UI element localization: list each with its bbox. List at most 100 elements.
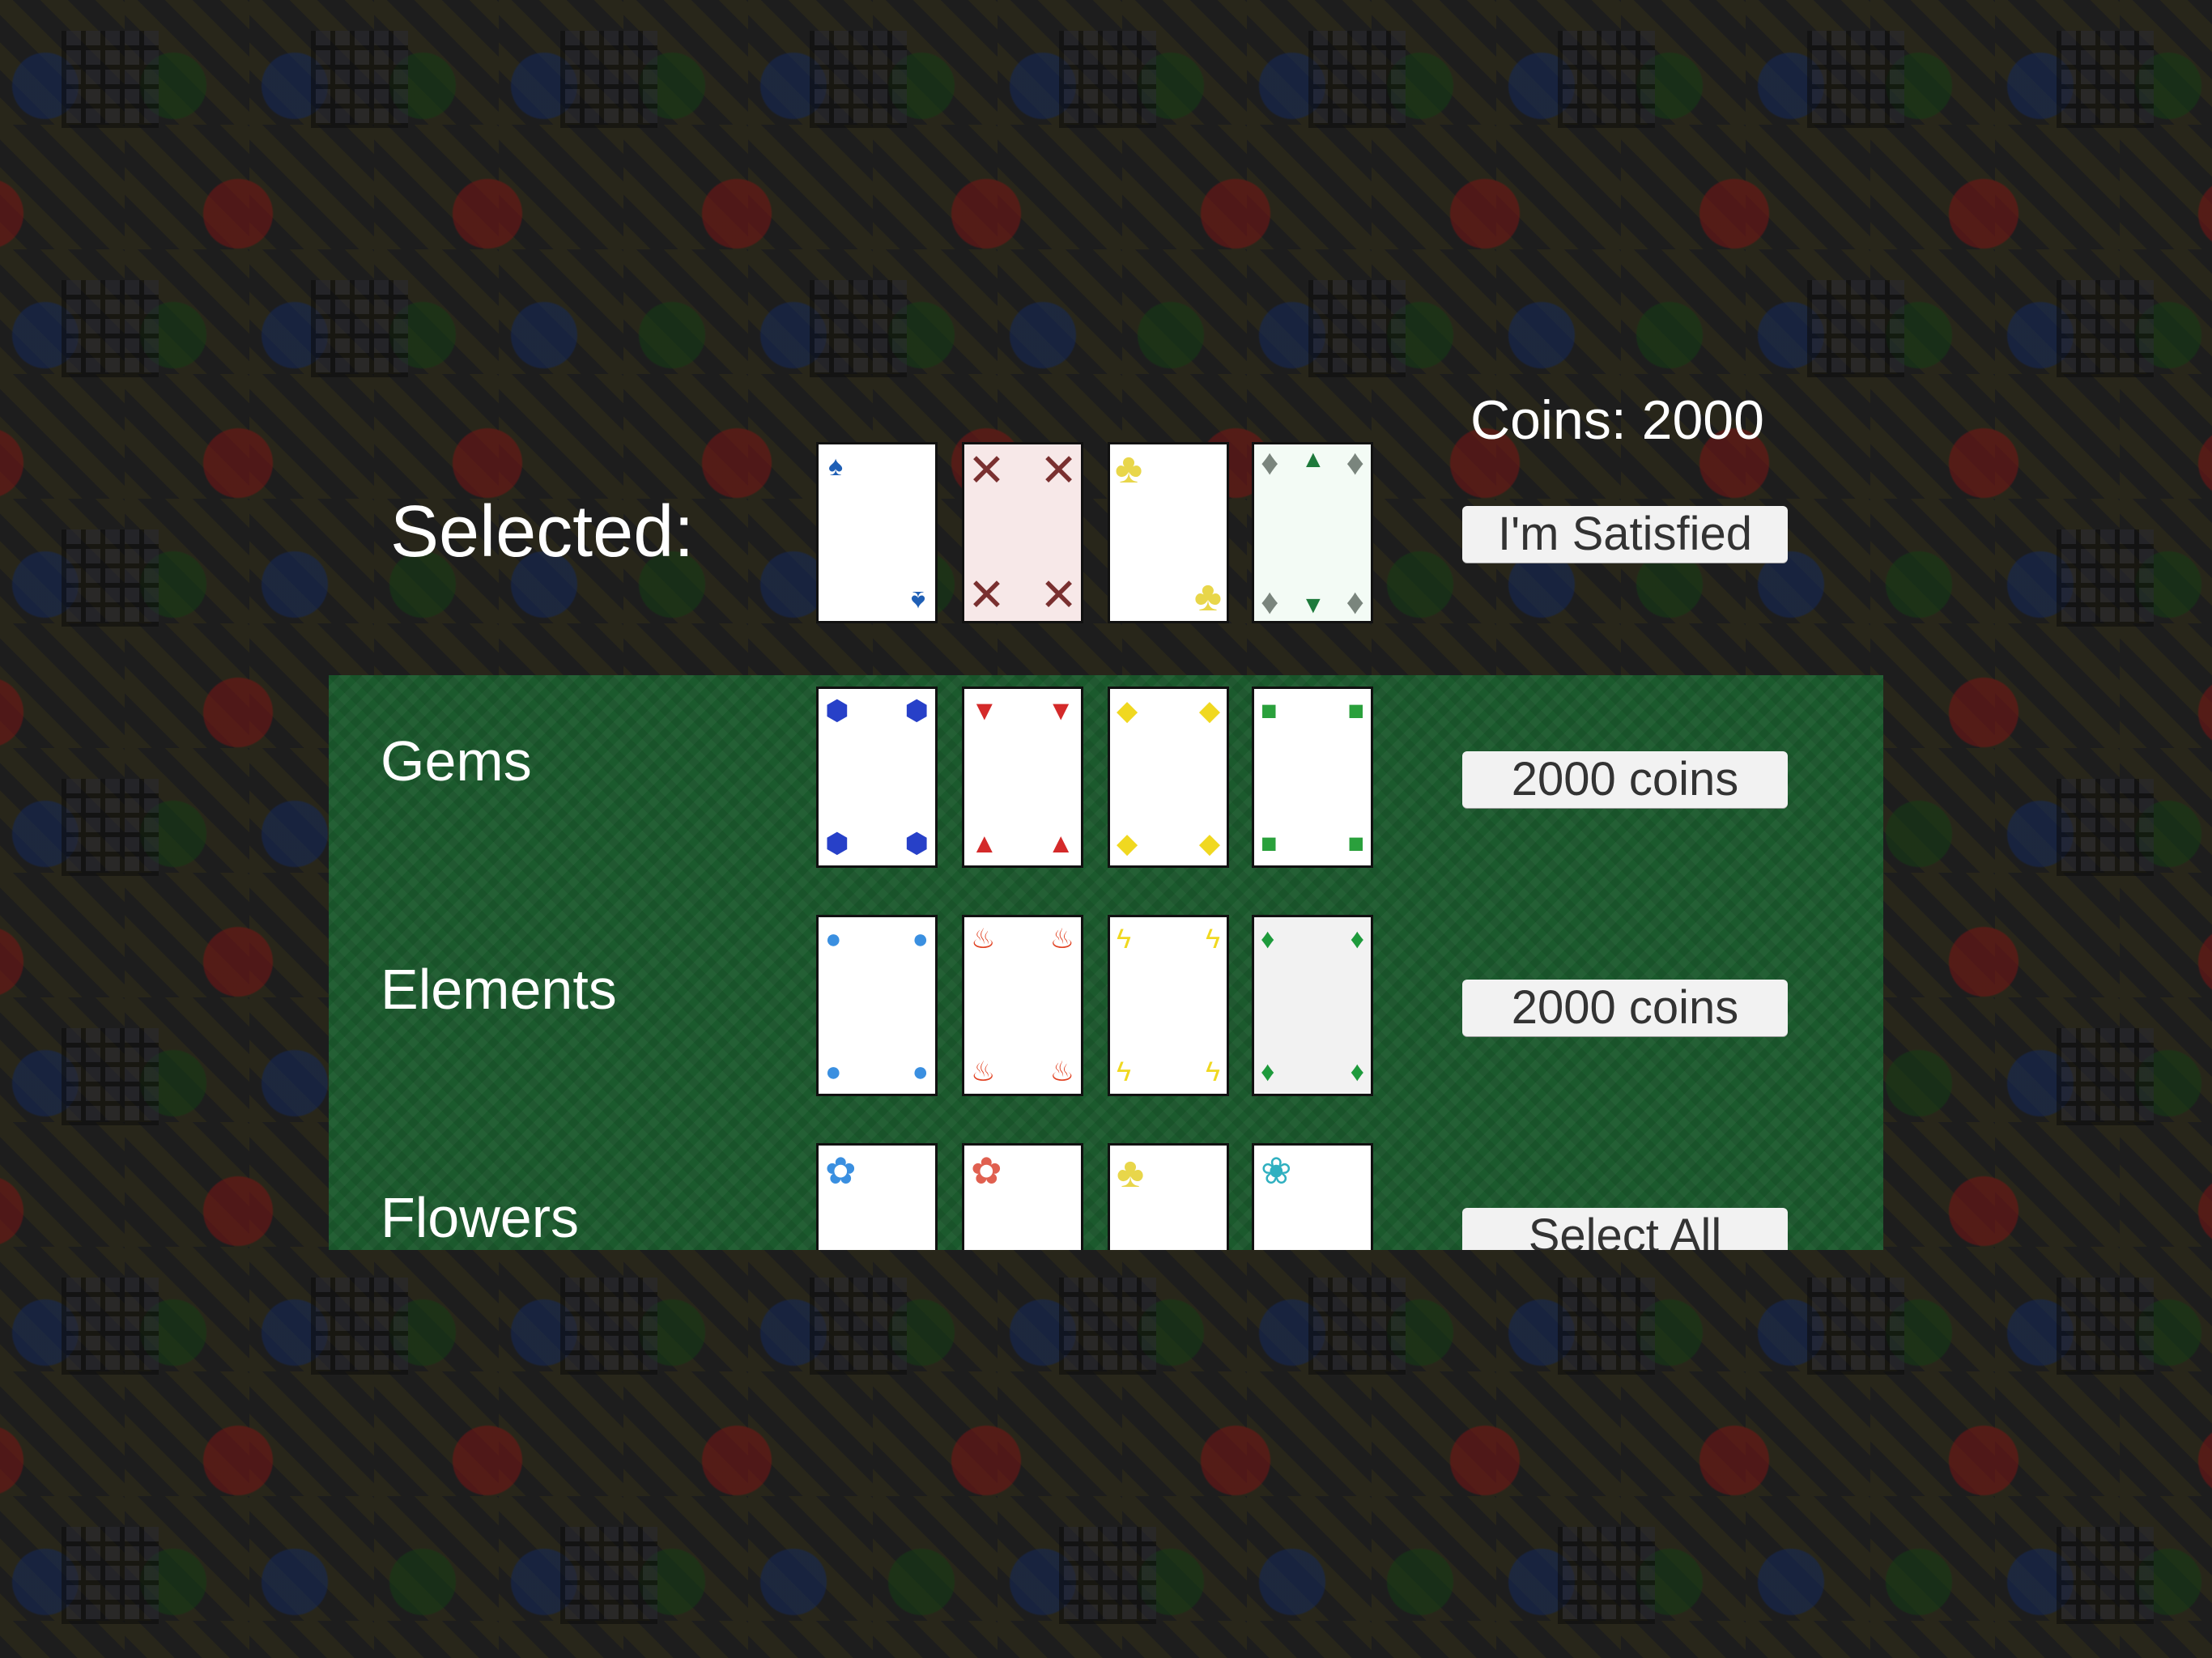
grid-tile [1558, 31, 1655, 128]
select-all-flowers-button[interactable]: Select All [1462, 1208, 1788, 1250]
blue-flower-icon: ✿ [825, 1150, 857, 1192]
spear-icon: ♦ [1346, 582, 1364, 622]
red-gem-icon: ▲ [1047, 828, 1074, 859]
grid-tile [1308, 1278, 1406, 1375]
grid-tile [2057, 31, 2154, 128]
grid-tile [1308, 31, 1406, 128]
gem-card-green[interactable]: ■ ■ ■ ■ [1252, 687, 1373, 868]
grid-tile [2057, 280, 2154, 377]
grid-tile [1308, 280, 1406, 377]
flower-card-blue[interactable]: ✿ [816, 1143, 938, 1250]
element-card-lightning[interactable]: ϟ ϟ ϟ ϟ [1108, 915, 1229, 1096]
grid-tile [1558, 1527, 1655, 1624]
red-gem-icon: ▲ [971, 828, 998, 859]
clover-icon: ♣ [1115, 445, 1143, 492]
gem-card-blue[interactable]: ⬢ ⬢ ⬢ ⬢ [816, 687, 938, 868]
grid-tile [1807, 280, 1904, 377]
selected-card-spade[interactable]: ♠ ♠ [816, 442, 938, 623]
fire-icon: ♨ [1049, 924, 1074, 954]
grid-tile [1059, 1278, 1156, 1375]
grid-tile [810, 1278, 907, 1375]
flower-card-yellow[interactable]: ♣ [1108, 1143, 1229, 1250]
grid-tile [810, 280, 907, 377]
spear-icon: ♦ [1346, 443, 1364, 483]
grid-tile [1059, 31, 1156, 128]
sword-icon: ✕ [1040, 569, 1078, 620]
selected-card-swords[interactable]: ✕ ✕ ✕ ✕ [962, 442, 1083, 623]
lightning-icon: ϟ [1117, 924, 1131, 954]
grid-tile [2057, 529, 2154, 627]
grid-tile [311, 280, 408, 377]
grid-tile [1807, 31, 1904, 128]
grid-tile [62, 1278, 159, 1375]
grid-tile [810, 31, 907, 128]
flower-card-branch[interactable]: ❀ [1252, 1143, 1373, 1250]
arrow-up-icon: ▲ [1301, 446, 1325, 473]
leaf-icon: ♦ [1261, 924, 1275, 954]
row-title-gems: Gems [381, 729, 532, 793]
lightning-icon: ϟ [1117, 1056, 1131, 1087]
grid-tile [311, 1278, 408, 1375]
yellow-gem-icon: ◆ [1198, 828, 1220, 859]
grid-tile [1558, 1278, 1655, 1375]
selected-card-clover[interactable]: ♣ ♣ [1108, 442, 1229, 623]
yellow-gem-icon: ◆ [1117, 828, 1138, 859]
card-set-panel[interactable]: Gems ⬢ ⬢ ⬢ ⬢ ▼ ▼ ▲ ▲ ◆ ◆ ◆ ◆ ■ ■ ■ ■ 200… [329, 675, 1883, 1250]
grid-tile [62, 31, 159, 128]
buy-elements-button[interactable]: 2000 coins [1462, 980, 1788, 1036]
red-flower-icon: ✿ [971, 1150, 1002, 1192]
buy-gems-button[interactable]: 2000 coins [1462, 751, 1788, 808]
gem-card-yellow[interactable]: ◆ ◆ ◆ ◆ [1108, 687, 1229, 868]
row-title-flowers: Flowers [381, 1186, 580, 1249]
clover-icon: ♣ [1193, 573, 1222, 620]
selected-card-spear[interactable]: ♦ ♦ ▲ ♦ ♦ ▼ [1252, 442, 1373, 623]
gem-card-red[interactable]: ▼ ▼ ▲ ▲ [962, 687, 1083, 868]
yellow-gem-icon: ◆ [1198, 695, 1220, 726]
spear-icon: ♦ [1261, 582, 1279, 622]
grid-tile [62, 1028, 159, 1125]
green-gem-icon: ■ [1347, 695, 1364, 726]
grid-tile [62, 1527, 159, 1624]
grid-tile [1059, 1527, 1156, 1624]
selected-label: Selected: [390, 491, 695, 572]
spade-icon: ♠ [828, 451, 844, 482]
grid-tile [2057, 779, 2154, 876]
water-drop-icon: ● [825, 1056, 842, 1087]
lightning-icon: ϟ [1206, 924, 1220, 954]
sword-icon: ✕ [1040, 444, 1078, 495]
blue-gem-icon: ⬢ [904, 695, 929, 726]
green-gem-icon: ■ [1261, 828, 1278, 859]
grid-tile [2057, 1527, 2154, 1624]
fire-icon: ♨ [971, 924, 996, 954]
grid-tile [560, 31, 657, 128]
fire-icon: ♨ [971, 1056, 996, 1087]
grid-tile [311, 31, 408, 128]
blue-gem-icon: ⬢ [825, 695, 849, 726]
water-drop-icon: ● [912, 924, 929, 954]
yellow-flower-icon: ♣ [1117, 1150, 1145, 1197]
grid-tile [62, 529, 159, 627]
green-gem-icon: ■ [1347, 828, 1364, 859]
arrow-down-icon: ▼ [1301, 592, 1325, 619]
grid-tile [560, 1278, 657, 1375]
sword-icon: ✕ [968, 569, 1006, 620]
red-gem-icon: ▼ [971, 695, 998, 726]
spear-icon: ♦ [1261, 443, 1279, 483]
lightning-icon: ϟ [1206, 1056, 1220, 1087]
element-card-water[interactable]: ● ● ● ● [816, 915, 938, 1096]
water-drop-icon: ● [825, 924, 842, 954]
water-drop-icon: ● [912, 1056, 929, 1087]
blue-gem-icon: ⬢ [825, 828, 849, 859]
element-card-leaf[interactable]: ♦ ♦ ♦ ♦ [1252, 915, 1373, 1096]
green-gem-icon: ■ [1261, 695, 1278, 726]
satisfied-button[interactable]: I'm Satisfied [1462, 506, 1788, 563]
leaf-icon: ♦ [1350, 924, 1364, 954]
grid-tile [62, 280, 159, 377]
flower-card-red[interactable]: ✿ [962, 1143, 1083, 1250]
yellow-gem-icon: ◆ [1117, 695, 1138, 726]
spade-icon: ♠ [910, 585, 925, 616]
coins-display: Coins: 2000 [1470, 389, 1764, 451]
element-card-fire[interactable]: ♨ ♨ ♨ ♨ [962, 915, 1083, 1096]
blue-gem-icon: ⬢ [904, 828, 929, 859]
leaf-icon: ♦ [1261, 1056, 1275, 1087]
